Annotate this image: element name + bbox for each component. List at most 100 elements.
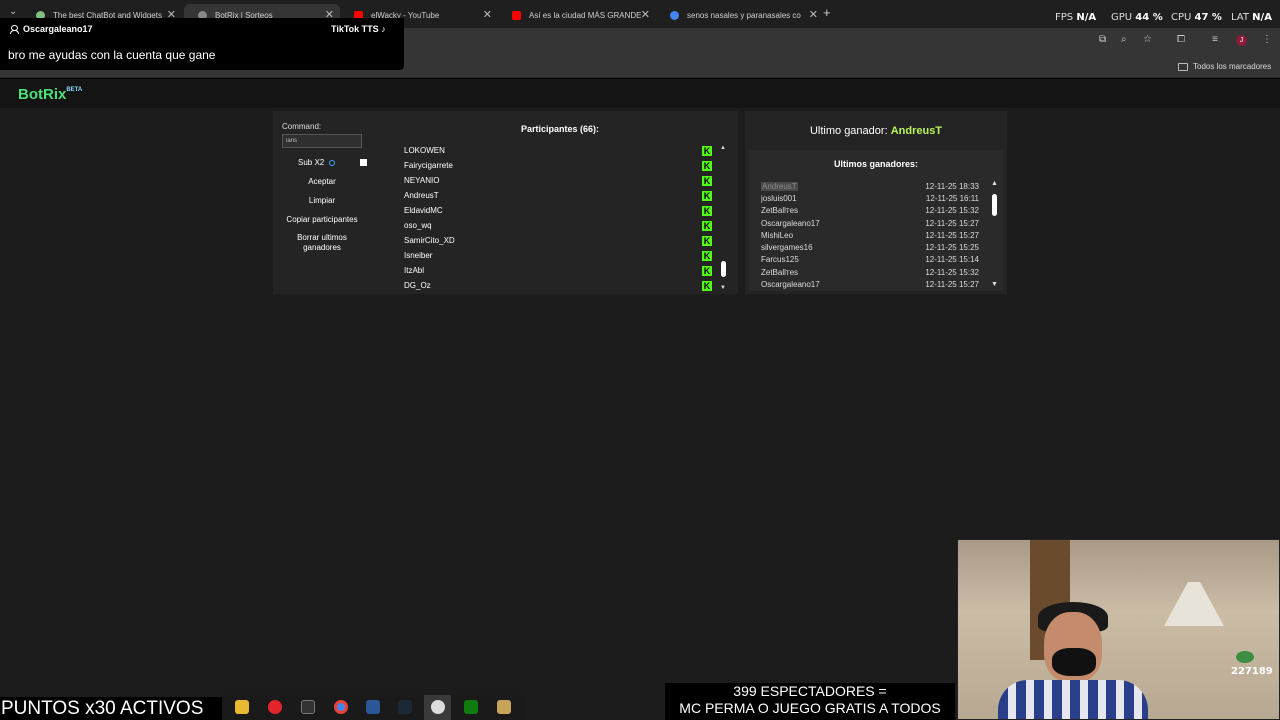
kick-icon: K xyxy=(702,265,712,276)
winner-row[interactable]: Oscargaleano17 12-11-25 15:27 xyxy=(761,278,979,290)
last-winner-title: Ultimo ganador: AndreusT xyxy=(809,125,943,137)
zoom-icon[interactable]: ⌕ xyxy=(1121,34,1127,45)
delete-winners-button[interactable]: Borrar ultimos ganadores xyxy=(282,233,362,253)
winners-list-title: Ultimos ganadores: xyxy=(833,159,918,169)
participant-row[interactable]: EldavidMC K xyxy=(400,203,712,218)
lamp xyxy=(1164,582,1224,626)
kick-icon: K xyxy=(702,175,712,186)
participant-row[interactable]: ItzAbl K xyxy=(400,263,712,278)
winner-row[interactable]: josluis001 12-11-25 16:11 xyxy=(761,192,979,204)
winner-row[interactable]: Farcus125 12-11-25 15:14 xyxy=(761,254,979,266)
obs-icon[interactable] xyxy=(431,700,445,714)
command-input[interactable] xyxy=(282,134,362,148)
participant-row[interactable]: DG_Oz K xyxy=(400,278,712,291)
winner-row[interactable]: AndreusT 12-11-25 18:33 xyxy=(761,180,979,192)
winner-row[interactable]: MishiLeo 12-11-25 15:27 xyxy=(761,229,979,241)
window-app-icon[interactable] xyxy=(366,700,380,714)
youtube-icon xyxy=(512,10,521,20)
command-label: Command: xyxy=(282,122,322,131)
sub-x2-checkbox[interactable] xyxy=(360,159,367,166)
scroll-down-icon[interactable]: ▼ xyxy=(991,281,998,288)
league-icon[interactable] xyxy=(497,700,511,714)
participant-name: AndreusT xyxy=(404,191,439,200)
winner-date: 12-11-25 15:32 xyxy=(925,267,979,277)
participant-row[interactable]: LOKOWEN K xyxy=(400,143,712,158)
participant-row[interactable]: oso_wq K xyxy=(400,218,712,233)
tab-youtube-ciudad[interactable]: Así es la ciudad MÁS GRANDE ✕ xyxy=(498,4,656,26)
participant-row[interactable]: NEYANIO K xyxy=(400,173,712,188)
tab-label: Así es la ciudad MÁS GRANDE xyxy=(529,10,642,20)
profile-avatar[interactable]: J xyxy=(1236,35,1247,46)
participant-name: NEYANIO xyxy=(404,176,440,185)
app-header xyxy=(0,79,1280,108)
winner-name: Farcus125 xyxy=(761,255,799,265)
participant-row[interactable]: SamirCito_XD K xyxy=(400,233,712,248)
copy-participants-button[interactable]: Copiar participantes xyxy=(282,215,362,225)
participant-name: LOKOWEN xyxy=(404,146,445,155)
scroll-up-icon[interactable]: ▲ xyxy=(991,180,998,187)
winner-name: ZetBallтes xyxy=(761,206,799,216)
clear-button[interactable]: Limpiar xyxy=(282,196,362,206)
all-bookmarks-button[interactable]: Todos los marcadores xyxy=(1178,62,1271,71)
kick-icon: K xyxy=(702,160,712,171)
chrome-icon[interactable] xyxy=(334,700,348,714)
tts-user: Oscargaleano17 xyxy=(10,24,93,34)
cpu-readout: CPU 47 % xyxy=(1171,12,1222,23)
info-icon[interactable] xyxy=(329,159,336,166)
winner-date: 12-11-25 15:32 xyxy=(925,206,979,216)
gpu-readout: GPU 44 % xyxy=(1111,12,1163,23)
participants-scroll-thumb[interactable] xyxy=(721,261,726,277)
participant-row[interactable]: Fairycigarrete K xyxy=(400,158,712,173)
winner-date: 12-11-25 15:27 xyxy=(925,218,979,228)
participant-name: ItzAbl xyxy=(404,266,425,275)
close-icon[interactable]: ✕ xyxy=(483,8,492,21)
user-icon xyxy=(10,25,19,34)
participant-name: Isneiber xyxy=(404,251,433,260)
xbox-icon[interactable] xyxy=(464,700,478,714)
extensions-icon[interactable]: ⧠ xyxy=(1177,34,1185,45)
menu-kebab-icon[interactable]: ⋮ xyxy=(1262,34,1272,45)
kick-icon: K xyxy=(702,280,712,291)
opera-icon[interactable] xyxy=(268,700,282,714)
botrix-logo[interactable]: BotRixBETA xyxy=(18,86,82,103)
participant-name: SamirCito_XD xyxy=(404,236,455,245)
close-icon[interactable]: ✕ xyxy=(641,8,650,21)
viewers-banner: 399 ESPECTADORES = MC PERMA O JUEGO GRAT… xyxy=(665,683,955,720)
participants-list: LOKOWEN K Fairycigarrete K NEYANIO K AndreusT K… xyxy=(400,143,712,291)
file-explorer-icon[interactable] xyxy=(235,700,249,714)
winner-row[interactable]: Oscargaleano17 12-11-25 15:27 xyxy=(761,217,979,229)
accept-button[interactable]: Aceptar xyxy=(282,177,362,187)
new-tab-plus-icon[interactable]: + xyxy=(823,5,831,20)
kick-icon: K xyxy=(702,250,712,261)
app-icon[interactable] xyxy=(301,700,315,714)
close-icon[interactable]: ✕ xyxy=(809,8,818,21)
winner-name: ZetBallтes xyxy=(761,267,799,277)
winner-name: silvergames16 xyxy=(761,243,813,253)
participant-row[interactable]: AndreusT K xyxy=(400,188,712,203)
face-mask xyxy=(1052,648,1096,676)
winner-row[interactable]: ZetBallтes 12-11-25 15:32 xyxy=(761,266,979,278)
tab-search-chevron-icon[interactable]: ⌄ xyxy=(9,6,17,17)
reading-list-icon[interactable]: ≡ xyxy=(1212,34,1218,45)
star-icon[interactable]: ☆ xyxy=(1143,34,1152,45)
winner-row[interactable]: ZetBallтes 12-11-25 15:32 xyxy=(761,205,979,217)
winner-row[interactable]: silvergames16 12-11-25 15:25 xyxy=(761,241,979,253)
steam-icon[interactable] xyxy=(398,700,412,714)
sub-x2-label: Sub X2 xyxy=(298,158,325,167)
fps-readout: FPS N/A xyxy=(1055,12,1097,23)
kick-icon: K xyxy=(702,205,712,216)
scroll-up-icon[interactable]: ▲ xyxy=(720,145,726,151)
winner-name: AndreusT xyxy=(761,181,798,191)
beta-badge: BETA xyxy=(66,87,83,93)
scroll-down-icon[interactable]: ▼ xyxy=(720,285,726,291)
tab-google-senos[interactable]: senos nasales y paranasales co ✕ xyxy=(656,4,824,26)
participants-title: Participantes (66): xyxy=(520,124,600,134)
winner-name: josluis001 xyxy=(761,193,797,203)
translate-icon[interactable]: ⧉ xyxy=(1099,34,1106,45)
participant-name: Fairycigarrete xyxy=(404,161,453,170)
winners-scroll-thumb[interactable] xyxy=(992,194,997,216)
all-bookmarks-label: Todos los marcadores xyxy=(1193,62,1272,71)
participant-row[interactable]: Isneiber K xyxy=(400,248,712,263)
winner-date: 12-11-25 16:11 xyxy=(925,193,979,203)
winner-name: Oscargaleano17 xyxy=(761,280,820,290)
